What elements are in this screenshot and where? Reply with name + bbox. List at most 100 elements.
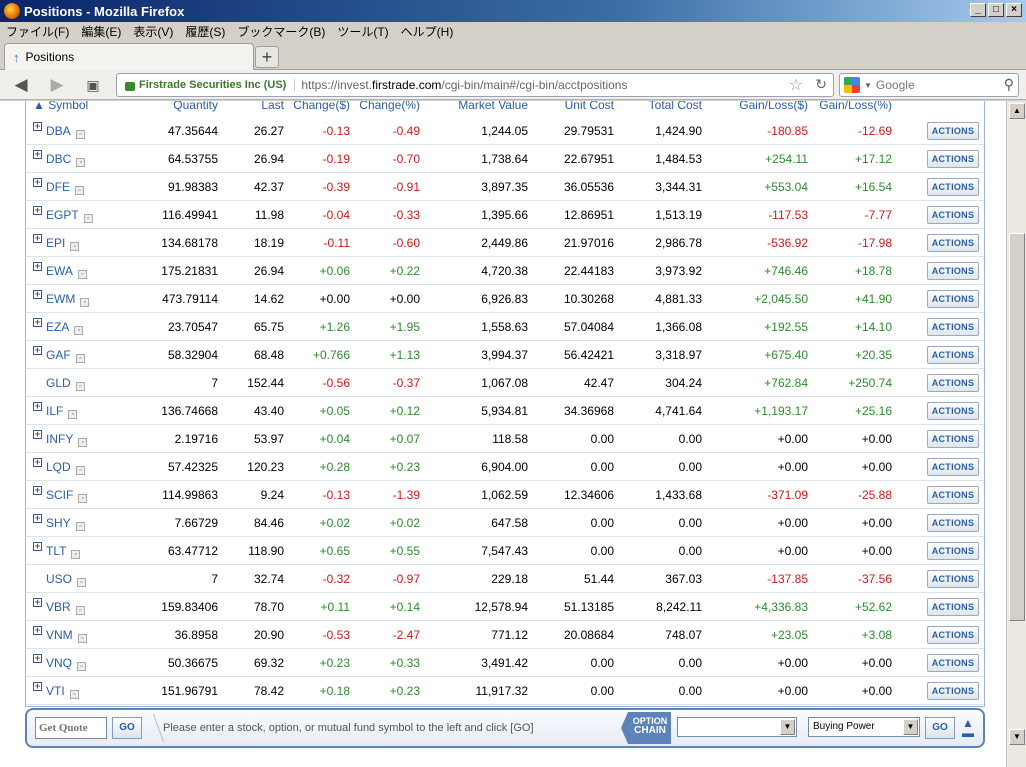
actions-button[interactable]: ACTIONS <box>927 542 979 560</box>
actions-button[interactable]: ACTIONS <box>927 234 979 252</box>
menu-edit[interactable]: 編集(E) <box>81 23 121 40</box>
symbol-link[interactable]: GLD ▫ <box>46 376 85 391</box>
actions-button[interactable]: ACTIONS <box>927 626 979 644</box>
search-bar[interactable]: ▼ Google ⚲ <box>839 73 1019 97</box>
col-market-value[interactable]: Market Value <box>436 101 528 112</box>
close-window-button[interactable]: × <box>1006 3 1022 17</box>
actions-button[interactable]: ACTIONS <box>927 150 979 168</box>
actions-button[interactable]: ACTIONS <box>927 262 979 280</box>
expand-icon[interactable]: + <box>33 486 42 495</box>
detail-icon[interactable]: ▫ <box>75 522 85 531</box>
detail-icon[interactable]: ▫ <box>75 130 85 139</box>
expand-icon[interactable]: + <box>33 430 42 439</box>
detail-icon[interactable]: ▫ <box>77 578 87 587</box>
expand-icon[interactable]: + <box>33 150 42 159</box>
search-input[interactable]: Google <box>876 78 915 92</box>
actions-button[interactable]: ACTIONS <box>927 122 979 140</box>
buying-power-select[interactable]: Buying Power ▼ <box>808 717 920 737</box>
actions-button[interactable]: ACTIONS <box>927 402 979 420</box>
symbol-link[interactable]: VNQ ▫ <box>46 656 87 671</box>
page-scrollbar[interactable]: ▲ ▼ <box>1006 101 1026 767</box>
col-gain-loss-pct[interactable]: Gain/Loss(%) <box>816 101 892 112</box>
menu-bookmarks[interactable]: ブックマーク(B) <box>237 23 325 40</box>
search-icon[interactable]: ⚲ <box>1004 76 1014 93</box>
menu-file[interactable]: ファイル(F) <box>6 23 69 40</box>
tab-positions[interactable]: ↑ Positions <box>4 43 254 70</box>
actions-button[interactable]: ACTIONS <box>927 374 979 392</box>
col-quantity[interactable]: Quantity <box>136 101 218 112</box>
actions-button[interactable]: ACTIONS <box>927 206 979 224</box>
symbol-link[interactable]: VNM ▫ <box>46 628 87 643</box>
expand-icon[interactable]: + <box>33 402 42 411</box>
symbol-link[interactable]: LQD ▫ <box>46 460 85 475</box>
symbol-link[interactable]: EZA ▫ <box>46 320 84 335</box>
actions-button[interactable]: ACTIONS <box>927 598 979 616</box>
symbol-link[interactable]: DBA ▫ <box>46 124 85 139</box>
quote-go-button[interactable]: GO <box>112 717 142 739</box>
url-bar[interactable]: Firstrade Securities Inc (US) https://in… <box>116 73 834 97</box>
reload-icon[interactable]: ↻ <box>815 76 827 93</box>
symbol-link[interactable]: VTI ▫ <box>46 684 79 699</box>
actions-button[interactable]: ACTIONS <box>927 318 979 336</box>
col-total-cost[interactable]: Total Cost <box>618 101 702 112</box>
expand-icon[interactable]: + <box>33 458 42 467</box>
expand-icon[interactable]: + <box>33 514 42 523</box>
detail-icon[interactable]: ▫ <box>69 690 79 699</box>
expand-icon[interactable]: + <box>33 346 42 355</box>
detail-icon[interactable]: ▫ <box>75 186 84 195</box>
menu-help[interactable]: ヘルプ(H) <box>401 23 454 40</box>
col-gain-loss[interactable]: Gain/Loss($) <box>716 101 808 112</box>
actions-button[interactable]: ACTIONS <box>927 430 979 448</box>
dropdown-arrow-icon[interactable]: ▼ <box>780 719 795 735</box>
back-arrow-icon[interactable]: ◀ <box>10 75 32 95</box>
dropdown-arrow-icon[interactable]: ▼ <box>903 719 918 735</box>
symbol-link[interactable]: DFE ▫ <box>46 180 84 195</box>
option-chain-select[interactable]: ▼ <box>677 717 797 737</box>
expand-icon[interactable]: + <box>33 598 42 607</box>
detail-icon[interactable]: ▫ <box>80 298 90 307</box>
expand-icon[interactable]: + <box>33 262 42 271</box>
symbol-link[interactable]: EWA ▫ <box>46 264 87 279</box>
col-symbol[interactable]: ▲ Symbol <box>33 101 88 112</box>
site-identity[interactable]: Firstrade Securities Inc (US) <box>139 79 296 91</box>
expand-icon[interactable]: + <box>33 206 42 215</box>
detail-icon[interactable]: ▫ <box>71 550 81 559</box>
symbol-link[interactable]: GAF ▫ <box>46 348 85 363</box>
chevron-down-icon[interactable]: ▼ <box>864 81 872 90</box>
actions-button[interactable]: ACTIONS <box>927 570 979 588</box>
expand-icon[interactable]: + <box>33 234 42 243</box>
detail-icon[interactable]: ▫ <box>74 326 84 335</box>
minimize-button[interactable]: _ <box>970 3 986 17</box>
symbol-link[interactable]: EWM ▫ <box>46 292 90 307</box>
actions-button[interactable]: ACTIONS <box>927 486 979 504</box>
expand-icon[interactable]: + <box>33 318 42 327</box>
get-quote-input[interactable] <box>35 717 107 739</box>
expand-icon[interactable]: + <box>33 654 42 663</box>
symbol-link[interactable]: SCIF ▫ <box>46 488 88 503</box>
menu-view[interactable]: 表示(V) <box>133 23 173 40</box>
col-change[interactable]: Change($) <box>288 101 350 112</box>
actions-button[interactable]: ACTIONS <box>927 346 979 364</box>
symbol-link[interactable]: SHY ▫ <box>46 516 85 531</box>
expand-icon[interactable]: + <box>33 626 42 635</box>
google-icon[interactable] <box>844 77 860 93</box>
new-tab-button[interactable]: + <box>255 46 279 68</box>
symbol-link[interactable]: EPI ▫ <box>46 236 80 251</box>
bookmark-star-icon[interactable]: ☆ <box>789 75 803 95</box>
col-unit-cost[interactable]: Unit Cost <box>532 101 614 112</box>
home-icon[interactable]: ▣ <box>82 75 104 95</box>
detail-icon[interactable]: ▫ <box>77 270 87 279</box>
menu-history[interactable]: 履歴(S) <box>185 23 225 40</box>
detail-icon[interactable]: ▫ <box>75 354 85 363</box>
symbol-link[interactable]: VBR ▫ <box>46 600 85 615</box>
scroll-down-icon[interactable]: ▼ <box>1009 729 1025 745</box>
maximize-button[interactable]: □ <box>988 3 1004 17</box>
buying-power-go-button[interactable]: GO <box>925 717 955 739</box>
expand-icon[interactable]: + <box>33 178 42 187</box>
col-last[interactable]: Last <box>226 101 284 112</box>
detail-icon[interactable]: ▫ <box>78 494 88 503</box>
detail-icon[interactable]: ▫ <box>75 466 85 475</box>
expand-icon[interactable]: + <box>33 542 42 551</box>
detail-icon[interactable]: ▫ <box>70 242 80 251</box>
actions-button[interactable]: ACTIONS <box>927 178 979 196</box>
